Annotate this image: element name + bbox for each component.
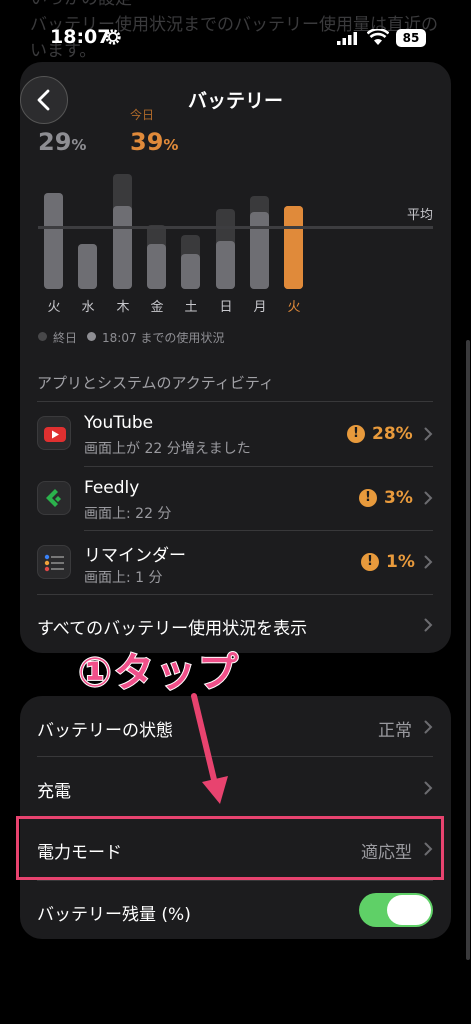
- warning-icon: !: [359, 489, 377, 507]
- legend-dot-all-day: [38, 332, 47, 341]
- chart-bar-until-now: [250, 212, 269, 289]
- show-all-usage-link[interactable]: すべてのバッテリー使用状況を表示: [37, 614, 307, 639]
- percent-sign: %: [163, 136, 179, 154]
- chart-bar-until-now: [284, 205, 303, 289]
- chart-bar-until-now: [181, 253, 200, 289]
- chart-bar-until-now: [113, 205, 132, 289]
- chart-bar-until-now: [78, 244, 97, 289]
- warning-icon: !: [347, 425, 365, 443]
- chart-day-label: 火: [287, 300, 301, 315]
- chevron-right-icon: [424, 427, 433, 441]
- app-subtitle: 画面上が 22 分増えました: [84, 441, 251, 457]
- today-percent-value: 39: [130, 128, 164, 156]
- signal-icon: [337, 32, 357, 45]
- highlight-box: [16, 816, 444, 880]
- chart-bar-until-now: [44, 193, 63, 289]
- chart-day-label: 土: [184, 300, 198, 315]
- today-percent: 39%: [130, 128, 178, 156]
- chevron-right-icon: [424, 618, 433, 632]
- page-title: バッテリー: [187, 90, 283, 112]
- scrollbar[interactable]: [466, 340, 470, 960]
- youtube-icon: [37, 416, 71, 450]
- section-header: アプリとシステムのアクティビティ: [37, 374, 275, 392]
- previous-percent-value: 29: [38, 128, 72, 156]
- toggle-knob: [387, 895, 431, 925]
- chevron-right-icon: [424, 781, 433, 795]
- wifi-icon: [367, 29, 389, 45]
- battery-percentage-label: バッテリー残量 (%): [37, 905, 191, 925]
- average-label: 平均: [407, 208, 434, 223]
- app-percent: 3%: [384, 488, 413, 508]
- separator: [37, 880, 433, 881]
- charging-label: 充電: [37, 782, 71, 802]
- annotation-arrow-icon: [191, 693, 228, 804]
- average-line: [38, 226, 433, 229]
- app-percent: 28%: [372, 424, 413, 444]
- reminders-icon: [37, 545, 71, 579]
- warning-icon: !: [361, 553, 379, 571]
- chart-day-label: 火: [47, 300, 61, 315]
- chart-day-label: 月: [253, 300, 267, 315]
- percent-sign: %: [71, 136, 87, 154]
- status-time: 18:07: [50, 26, 111, 48]
- app-name: YouTube: [84, 413, 154, 433]
- battery-health-value: 正常: [378, 721, 412, 741]
- legend-until-now: 18:07 までの使用状況: [102, 331, 225, 345]
- chart-day-label: 水: [81, 300, 95, 315]
- previous-percent: 29%: [38, 128, 86, 156]
- chart-day-label: 金: [150, 300, 164, 315]
- chevron-right-icon: [424, 555, 433, 569]
- gear-icon: [105, 29, 121, 45]
- chart-day-label: 日: [219, 300, 233, 315]
- battery-percentage-toggle[interactable]: [359, 893, 433, 927]
- chevron-right-icon: [424, 491, 433, 505]
- app-subtitle: 画面上: 1 分: [84, 570, 163, 586]
- background-line: いっかの設定: [30, 0, 450, 12]
- chart-bar-until-now: [216, 241, 235, 289]
- feedly-icon: [37, 481, 71, 515]
- today-label: 今日: [130, 108, 155, 122]
- battery-health-label: バッテリーの状態: [37, 721, 173, 741]
- chart-bar-until-now: [147, 244, 166, 289]
- app-name: Feedly: [84, 478, 140, 498]
- legend-all-day: 終日: [53, 331, 78, 345]
- legend-dot-until-now: [87, 332, 96, 341]
- chevron-right-icon: [424, 720, 433, 734]
- app-percent: 1%: [386, 552, 415, 572]
- app-subtitle: 画面上: 22 分: [84, 506, 172, 522]
- battery-level-badge: 85: [396, 29, 426, 47]
- chart-day-label: 木: [116, 300, 130, 315]
- app-name: リマインダー: [84, 546, 186, 566]
